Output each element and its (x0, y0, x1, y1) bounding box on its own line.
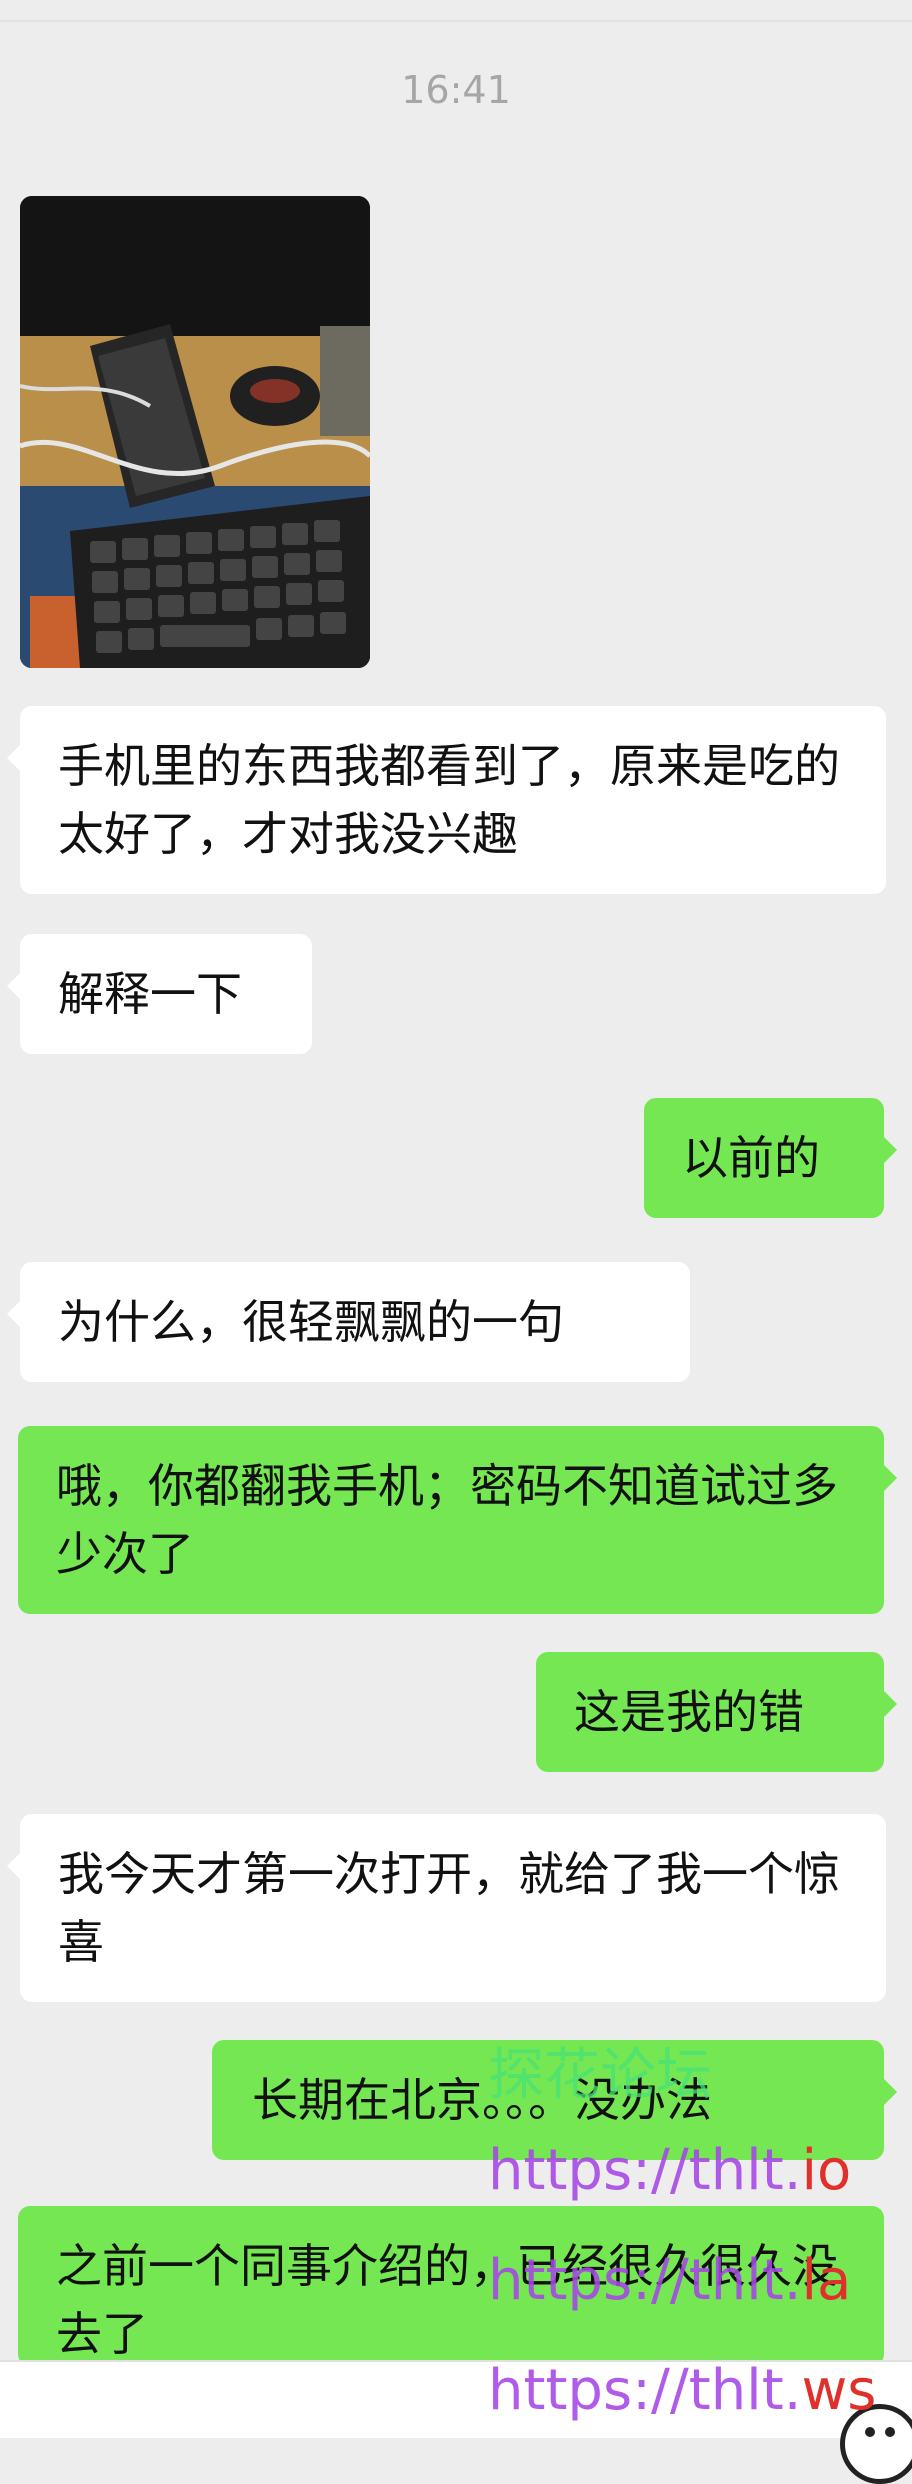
top-divider (0, 0, 912, 22)
watermark-forum-name: 探花论坛 (488, 2043, 712, 2108)
message-text: 哦，你都翻我手机；密码不知道试过多少次了 (56, 1459, 838, 1581)
message-text: 解释一下 (58, 967, 242, 1021)
watermark-url: https://thlt.la (488, 2248, 852, 2313)
chat-image-message[interactable] (20, 196, 370, 668)
message-incoming[interactable]: 为什么，很轻飘飘的一句 (7, 1262, 690, 1382)
message-outgoing[interactable]: 以前的 (644, 1098, 897, 1218)
message-text: 我今天才第一次打开，就给了我一个惊喜 (58, 1847, 840, 1969)
watermark-url: https://thlt.ws (488, 2358, 877, 2423)
message-text: 这是我的错 (574, 1685, 804, 1739)
watermark-url: https://thlt.io (488, 2138, 852, 2203)
message-text: 为什么，很轻飘飘的一句 (58, 1295, 564, 1349)
message-outgoing[interactable]: 这是我的错 (536, 1652, 897, 1772)
message-incoming[interactable]: 我今天才第一次打开，就给了我一个惊喜 (7, 1814, 886, 2002)
chat-timestamp: 16:41 (401, 68, 511, 112)
message-text: 以前的 (682, 1131, 820, 1185)
message-incoming[interactable]: 手机里的东西我都看到了，原来是吃的太好了，才对我没兴趣 (7, 706, 886, 894)
message-text: 手机里的东西我都看到了，原来是吃的太好了，才对我没兴趣 (58, 739, 840, 861)
desk-photo (20, 196, 370, 668)
message-outgoing[interactable]: 哦，你都翻我手机；密码不知道试过多少次了 (18, 1426, 897, 1614)
message-incoming[interactable]: 解释一下 (7, 934, 312, 1054)
